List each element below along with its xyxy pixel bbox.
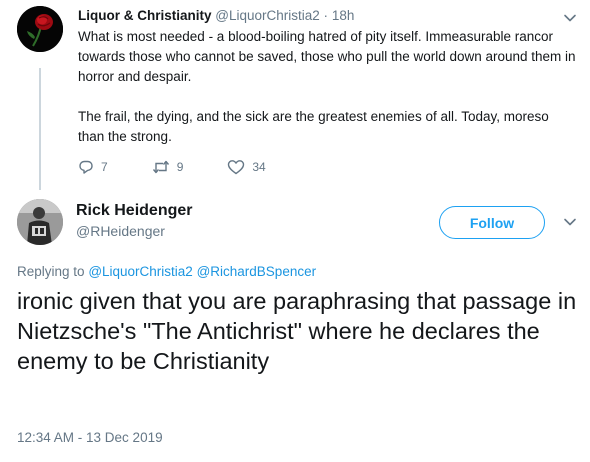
author-handle[interactable]: @RHeidenger: [76, 223, 165, 239]
retweet-count: 9: [176, 160, 184, 174]
follow-button[interactable]: Follow: [439, 206, 545, 239]
header-separator: ·: [323, 8, 329, 23]
mention-link[interactable]: @RichardBSpencer: [197, 264, 317, 279]
reply-count: 7: [101, 160, 108, 174]
chevron-down-icon[interactable]: [562, 214, 578, 230]
parent-handle[interactable]: @LiquorChristia2: [215, 8, 320, 23]
like-action[interactable]: 34: [227, 159, 266, 175]
heart-icon: [228, 160, 245, 175]
parent-paragraph-2: The frail, the dying, and the sick are t…: [78, 109, 549, 144]
replying-to-line: Replying to @LiquorChristia2 @RichardBSp…: [17, 264, 316, 279]
retweet-icon: [152, 160, 169, 174]
retweet-action[interactable]: 9: [152, 159, 184, 175]
mention-link[interactable]: @LiquorChristia2: [88, 264, 193, 279]
parent-display-name[interactable]: Liquor & Christianity: [78, 8, 212, 23]
tweet-action-bar: 7 9 34: [78, 157, 310, 177]
tweet-text: ironic given that you are paraphrasing t…: [17, 288, 577, 374]
tweet-timestamp[interactable]: 12:34 AM - 13 Dec 2019: [17, 430, 163, 445]
replying-to-label: Replying to: [17, 264, 85, 279]
parent-tweet[interactable]: Liquor & Christianity @LiquorChristia2 ·…: [0, 0, 590, 190]
chevron-down-icon[interactable]: [562, 10, 578, 26]
user-avatar[interactable]: [17, 199, 63, 245]
reply-icon: [79, 160, 93, 174]
parent-tweet-age[interactable]: 18h: [332, 8, 355, 23]
parent-tweet-text: What is most needed - a blood-boiling ha…: [78, 27, 578, 147]
like-count: 34: [252, 160, 266, 174]
parent-tweet-header: Liquor & Christianity @LiquorChristia2 ·…: [78, 8, 354, 23]
author-display-name[interactable]: Rick Heidenger: [76, 202, 192, 220]
rose-avatar[interactable]: [17, 6, 63, 52]
parent-paragraph-1: What is most needed - a blood-boiling ha…: [78, 29, 576, 84]
reply-action[interactable]: 7: [78, 159, 108, 175]
